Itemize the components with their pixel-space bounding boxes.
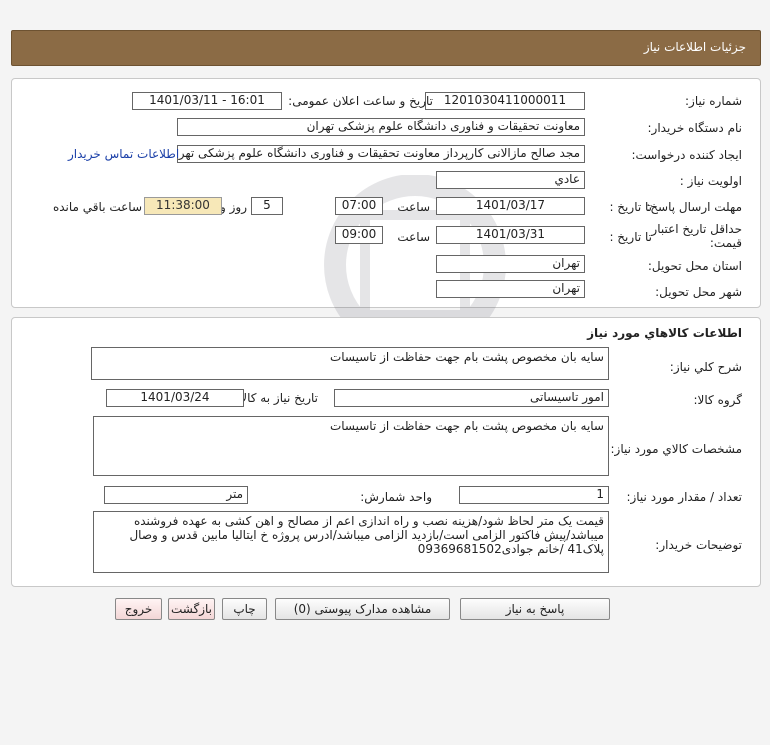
goods-group-label: گروه کالا: <box>693 393 743 407</box>
specs-field: سایه بان مخصوص پشت بام جهت حفاظت از تاسی… <box>93 416 609 476</box>
need-date-field: 1401/03/24 <box>106 389 244 407</box>
validity-time-field: 09:00 <box>335 226 383 244</box>
deadline-time-field: 07:00 <box>335 197 383 215</box>
validity-label-line2: قیمت: <box>709 236 742 250</box>
back-button[interactable]: بازگشت <box>168 598 215 620</box>
need-number-field: 1201030411000011 <box>425 92 585 110</box>
announce-datetime-label: تاریخ و ساعت اعلان عمومی: <box>288 94 433 108</box>
deadline-label: مهلت ارسال پاسخ: <box>646 200 742 214</box>
deadline-to-date-label: تا تاریخ : <box>609 200 652 214</box>
priority-label: اولویت نیاز : <box>679 174 742 188</box>
announce-datetime-field: 1401/03/11 - 16:01 <box>132 92 282 110</box>
goods-section-title: اطلاعات کالاهاي مورد نياز <box>587 326 742 340</box>
unit-field: متر <box>104 486 248 504</box>
city-label: شهر محل تحویل: <box>655 285 742 299</box>
specs-label: مشخصات کالاي مورد نياز: <box>610 442 742 456</box>
page-title: جزئیات اطلاعات نیاز <box>643 40 746 54</box>
reply-to-need-button[interactable]: پاسخ به نیاز <box>460 598 610 620</box>
requester-field: مجد صالح مازالانی کارپرداز معاونت تحقیقا… <box>177 145 585 163</box>
exit-button[interactable]: خروج <box>115 598 162 620</box>
remaining-time-field: 11:38:00 <box>144 197 222 215</box>
validity-to-date-label: تا تاریخ : <box>609 230 652 244</box>
need-date-label: تاریخ نیاز به کالا: <box>236 391 318 405</box>
general-desc-label: شرح کلي نياز: <box>669 360 742 374</box>
general-desc-field: سایه بان مخصوص پشت بام جهت حفاظت از تاسی… <box>91 347 609 380</box>
province-field: تهران <box>436 255 585 273</box>
buyer-contact-link[interactable]: اطلاعات تماس خریدار <box>68 147 179 161</box>
validity-time-label: ساعت <box>397 230 430 244</box>
buyer-org-field: معاونت تحقیقات و فناوری دانشگاه علوم پزش… <box>177 118 585 136</box>
priority-field: عادي <box>436 171 585 189</box>
days-remaining-field: 5 <box>251 197 283 215</box>
need-number-label: شماره نیاز: <box>685 94 742 108</box>
print-button[interactable]: چاپ <box>222 598 267 620</box>
deadline-time-label: ساعت <box>397 200 430 214</box>
validity-date-field: 1401/03/31 <box>436 226 585 244</box>
buyer-notes-label: توضیحات خریدار: <box>655 538 742 552</box>
quantity-label: تعداد / مقدار مورد نیاز: <box>626 490 742 504</box>
city-field: تهران <box>436 280 585 298</box>
buyer-org-label: نام دستگاه خریدار: <box>647 121 743 135</box>
quantity-field: 1 <box>459 486 609 504</box>
unit-label: واحد شمارش: <box>360 490 432 504</box>
page-header: جزئیات اطلاعات نیاز <box>11 30 761 66</box>
goods-group-field: امور تاسیساتی <box>334 389 609 407</box>
view-attachments-button[interactable]: مشاهده مدارک پیوستی (0) <box>275 598 450 620</box>
validity-label-line1: حداقل تاریخ اعتبار <box>651 222 742 236</box>
buyer-notes-field: قیمت یک متر لحاظ شود/هزینه نصب و راه اند… <box>93 511 609 573</box>
province-label: استان محل تحویل: <box>647 259 742 273</box>
deadline-date-field: 1401/03/17 <box>436 197 585 215</box>
days-label: روز و <box>220 200 247 214</box>
remaining-time-label: ساعت باقي مانده <box>52 200 142 214</box>
requester-label: ایجاد کننده درخواست: <box>631 148 742 162</box>
need-info-panel <box>11 78 761 308</box>
